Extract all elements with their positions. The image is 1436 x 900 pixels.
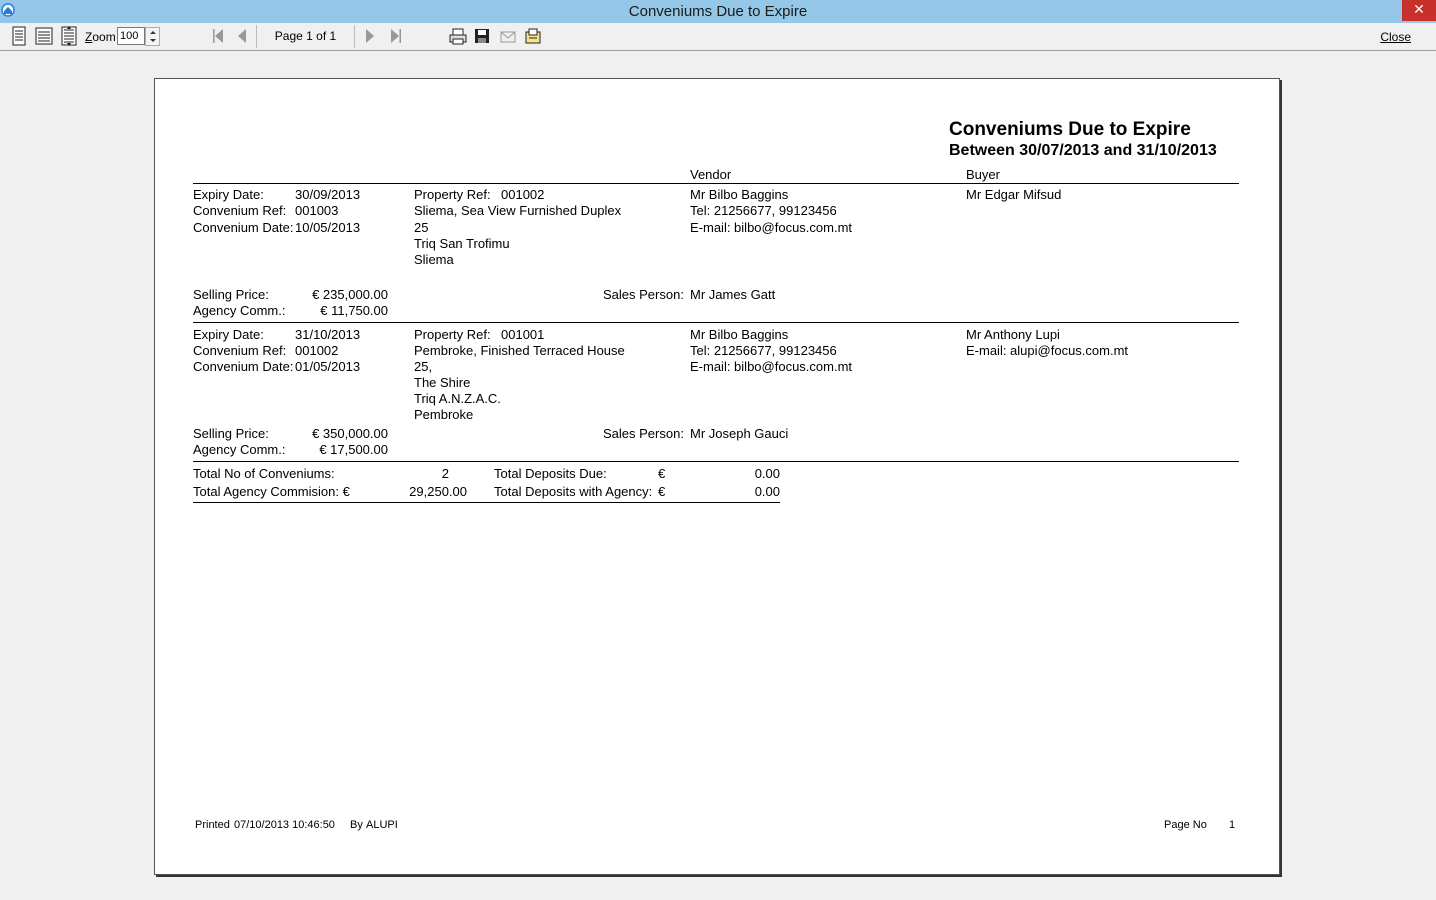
chevron-down-icon[interactable] <box>150 39 156 42</box>
zoom-input[interactable] <box>117 27 145 45</box>
printed-label: Printed <box>195 819 230 831</box>
buyer-name: Mr Edgar Mifsud <box>966 187 1062 202</box>
header-divider <box>193 183 1239 184</box>
last-page-icon[interactable] <box>390 28 402 44</box>
report-title: Conveniums Due to Expire <box>949 119 1191 140</box>
vendor-email: E-mail: bilbo@focus.com.mt <box>690 220 853 235</box>
convenium-ref-value: 001003 <box>295 203 339 218</box>
window-close-button[interactable]: ✕ <box>1402 0 1436 21</box>
prev-page-icon[interactable] <box>237 28 247 44</box>
preview-toolbar: Zoom Page 1 of 1 Close <box>0 23 1436 51</box>
property-address-line: 25 <box>414 220 429 235</box>
agency-comm-value: € 11,750.00 <box>320 303 388 318</box>
vendor-tel: Tel: 21256677, 99123456 <box>690 343 837 358</box>
expiry-date-label: Expiry Date: <box>193 187 264 202</box>
save-icon[interactable] <box>474 28 490 44</box>
page-indicator: Page 1 of 1 <box>256 25 355 48</box>
next-page-icon[interactable] <box>365 28 375 44</box>
deposits-agency-currency: € <box>658 484 666 499</box>
property-address-line: Sliema <box>414 252 454 267</box>
property-ref-label: Property Ref: <box>414 327 491 342</box>
close-button[interactable]: Close <box>1380 30 1411 44</box>
property-address-line: The Shire <box>414 375 471 390</box>
report-subtitle: Between 30/07/2013 and 31/10/2013 <box>949 142 1217 159</box>
expiry-date-label: Expiry Date: <box>193 327 264 342</box>
sales-person-value: Mr Joseph Gauci <box>690 426 789 441</box>
convenium-ref-label: Convenium Ref: <box>193 343 287 358</box>
zoom-label: Zoom <box>85 30 116 44</box>
total-count-value: 2 <box>441 466 449 481</box>
property-ref-value: 001002 <box>501 187 545 202</box>
selling-price-value: € 350,000.00 <box>312 426 388 441</box>
selling-price-value: € 235,000.00 <box>312 287 388 302</box>
convenium-date-value: 01/05/2013 <box>295 359 361 374</box>
vendor-name: Mr Bilbo Baggins <box>690 187 789 202</box>
convenium-ref-value: 001002 <box>295 343 339 358</box>
convenium-date-value: 10/05/2013 <box>295 220 361 235</box>
total-count-label: Total No of Conveniums: <box>193 466 335 481</box>
property-address-line: Triq A.N.Z.A.C. <box>414 391 501 406</box>
deposits-agency-label: Total Deposits with Agency: <box>494 484 653 499</box>
vendor-tel: Tel: 21256677, 99123456 <box>690 203 837 218</box>
totals-underline <box>193 502 780 503</box>
sales-person-label: Sales Person: <box>603 287 684 302</box>
deposits-agency-value: 0.00 <box>754 484 780 499</box>
vendor-column-header: Vendor <box>690 167 732 182</box>
page-width-icon[interactable] <box>35 26 53 46</box>
property-address-line: Pembroke, Finished Terraced House <box>414 343 625 358</box>
vendor-email: E-mail: bilbo@focus.com.mt <box>690 359 853 374</box>
printed-value: 07/10/2013 10:46:50 <box>234 819 335 831</box>
convenium-ref-label: Convenium Ref: <box>193 203 287 218</box>
chevron-up-icon[interactable] <box>150 31 156 34</box>
total-commission-value: 29,250.00 <box>409 484 467 499</box>
convenium-date-label: Convenium Date: <box>193 359 294 374</box>
agency-comm-label: Agency Comm.: <box>193 442 286 457</box>
report-page: Conveniums Due to Expire Between 30/07/2… <box>154 78 1280 875</box>
convenium-date-label: Convenium Date: <box>193 220 294 235</box>
property-address-line: Sliema, Sea View Furnished Duplex <box>414 203 622 218</box>
agency-comm-value: € 17,500.00 <box>319 442 388 457</box>
window-title: Conveniums Due to Expire <box>628 3 808 20</box>
page-no-value: 1 <box>1229 819 1236 831</box>
buyer-column-header: Buyer <box>966 167 1000 182</box>
print-icon[interactable] <box>449 28 467 45</box>
title-bar: Conveniums Due to Expire ✕ <box>0 0 1436 23</box>
single-page-icon[interactable] <box>11 26 27 46</box>
expiry-date-value: 30/09/2013 <box>295 187 361 202</box>
vendor-name: Mr Bilbo Baggins <box>690 327 789 342</box>
sales-person-label: Sales Person: <box>603 426 684 441</box>
property-ref-label: Property Ref: <box>414 187 491 202</box>
email-icon[interactable] <box>499 28 517 44</box>
property-address-line: Triq San Trofimu <box>414 236 510 251</box>
deposits-due-label: Total Deposits Due: <box>494 466 607 481</box>
selling-price-label: Selling Price: <box>193 426 269 441</box>
buyer-email: E-mail: alupi@focus.com.mt <box>966 343 1129 358</box>
property-address-line: 25, <box>414 359 433 374</box>
record-divider <box>193 322 1239 323</box>
expiry-date-value: 31/10/2013 <box>295 327 361 342</box>
total-commission-label: Total Agency Commision: € <box>193 484 350 499</box>
full-page-icon[interactable] <box>60 26 78 46</box>
property-ref-value: 001001 <box>501 327 545 342</box>
printed-by-value: ALUPI <box>366 819 398 831</box>
property-address-line: Pembroke <box>414 407 474 422</box>
buyer-name: Mr Anthony Lupi <box>966 327 1060 342</box>
deposits-due-value: 0.00 <box>754 466 780 481</box>
page-no-label: Page No <box>1164 819 1207 831</box>
agency-comm-label: Agency Comm.: <box>193 303 286 318</box>
deposits-due-currency: € <box>658 466 666 481</box>
first-page-icon[interactable] <box>212 28 224 44</box>
printed-by-label: By <box>350 819 363 831</box>
sales-person-value: Mr James Gatt <box>690 287 776 302</box>
zoom-spinner[interactable] <box>145 27 160 46</box>
record-divider <box>193 461 1239 462</box>
selling-price-label: Selling Price: <box>193 287 269 302</box>
export-icon[interactable] <box>524 27 542 45</box>
